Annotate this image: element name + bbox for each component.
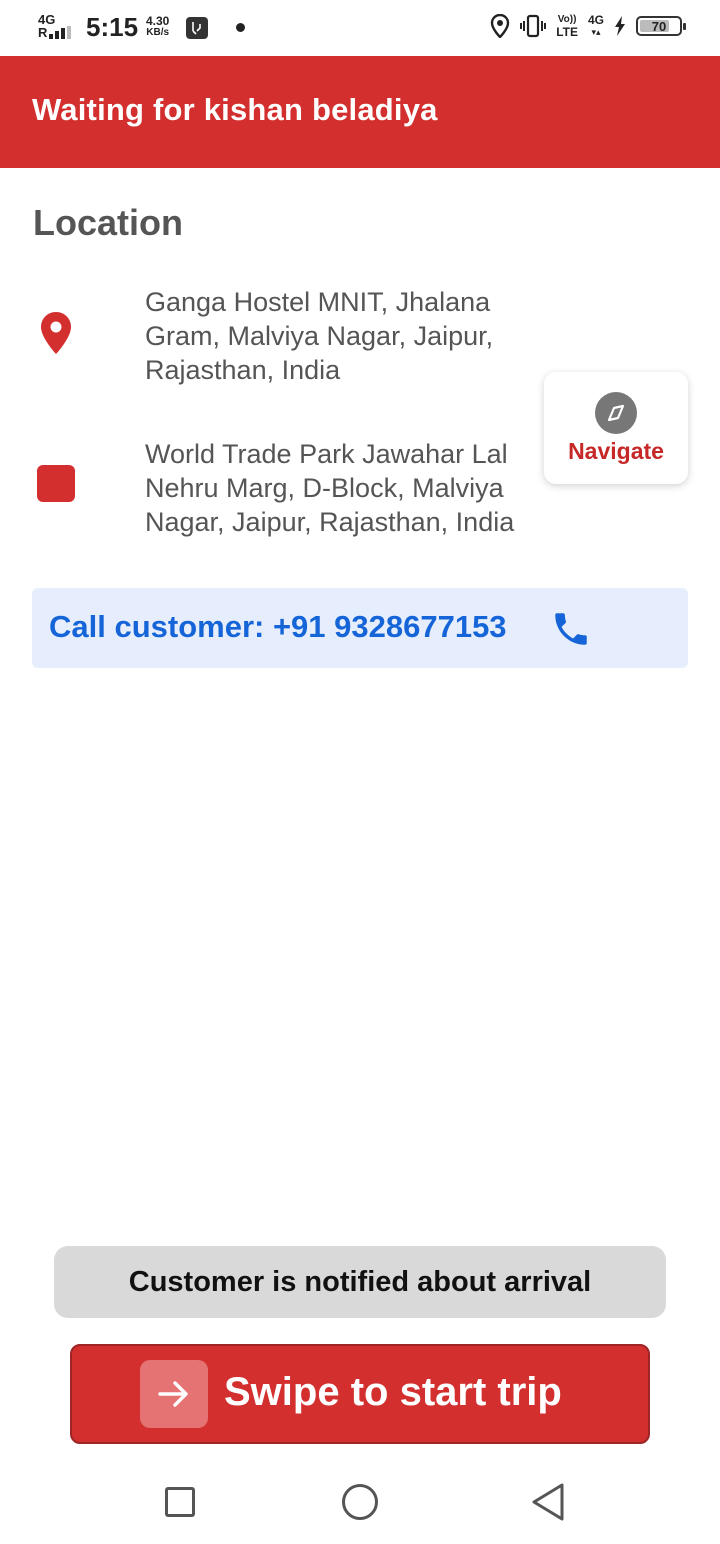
status-right: Vo)) LTE 4G ▾▴ 70 [490,14,686,38]
network-right-label: 4G [587,13,604,27]
volte-indicator: Vo)) LTE [556,14,578,38]
speed-value: 4.30 [146,14,170,28]
location-heading: Location [33,202,183,243]
signal-bars-icon [49,26,72,39]
home-icon[interactable] [342,1484,378,1520]
compass-icon [595,392,637,434]
roaming-indicator: R [38,25,48,40]
vibrate-icon [520,14,547,38]
notification-dot-icon [236,23,245,32]
back-icon[interactable] [530,1482,566,1522]
swipe-handle[interactable] [140,1360,208,1428]
volte-bottom: LTE [556,25,578,39]
battery-percent: 70 [651,18,667,34]
call-customer-label: Call customer: +91 9328677153 [49,609,507,644]
app-bar: Waiting for kishan beladiya [0,56,720,168]
location-icon [491,14,510,38]
arrow-right-icon [158,1381,188,1407]
page-title: Waiting for kishan beladiya [32,92,438,127]
call-customer-button[interactable]: Call customer: +91 9328677153 [32,588,688,668]
network-right: 4G ▾▴ [588,14,604,38]
swipe-label: Swipe to start trip [224,1370,562,1414]
swipe-to-start-slider[interactable]: Swipe to start trip [70,1344,650,1444]
speed-unit: KB/s [146,27,170,38]
navigate-label: Navigate [568,438,664,464]
arrival-notification-text: Customer is notified about arrival [128,1265,592,1298]
charging-icon [615,16,625,36]
arrival-notification: Customer is notified about arrival [54,1246,666,1318]
clock: 5:15 [86,12,139,42]
square-stop-icon [37,465,75,502]
data-arrows-icon: ▾▴ [591,27,601,37]
drop-address: World Trade Park Jawahar Lal Nehru Marg,… [145,439,515,537]
battery-icon: 70 [636,16,686,36]
usb-debug-icon [186,17,208,39]
signal-indicator: 4G R [38,13,72,40]
pickup-address: Ganga Hostel MNIT, Jhalana Gram, Malviya… [145,287,494,385]
network-speed: 4.30 KB/s [146,15,169,39]
phone-icon [555,613,587,645]
map-pin-icon [41,312,71,354]
navigate-button[interactable]: Navigate [544,372,688,484]
recents-icon[interactable] [165,1487,195,1517]
status-bar: 4G R 5:15 4.30 KB/s Vo)) LTE 4G ▾▴ 70 [0,0,720,56]
